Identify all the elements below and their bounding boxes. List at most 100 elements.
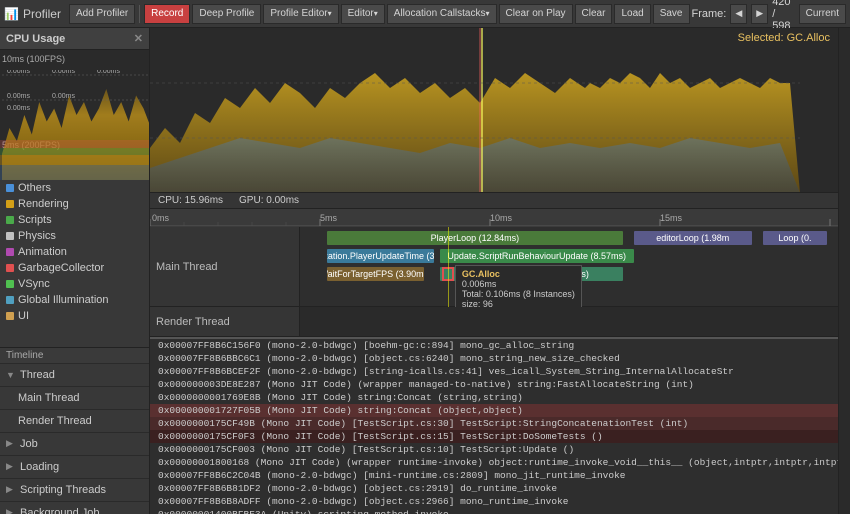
callstack-line-4[interactable]: 0x0000000001769E8B (Mono JIT Code) strin… — [150, 391, 838, 404]
ui-dot — [6, 312, 14, 320]
callstack-line-6[interactable]: 0x0000000175CF49B (Mono JIT Code) [TestS… — [150, 417, 838, 430]
sidebar: CPU Usage ✕ 10ms (100FPS) 5ms (200FPS) — [0, 28, 150, 514]
editorloop-bar[interactable]: editorLoop (1.98m — [634, 231, 752, 245]
thread-item-loading[interactable]: ▶ Loading — [0, 456, 149, 479]
top-bar: 📊 Profiler Add Profiler Record Deep Prof… — [0, 0, 850, 28]
svg-text:0.00ms: 0.00ms — [52, 93, 75, 100]
callstack-line-5[interactable]: 0x000000001727F05B (Mono JIT Code) strin… — [150, 404, 838, 417]
sidebar-item-gi[interactable]: Global Illumination — [0, 292, 149, 308]
window-icon: 📊 — [4, 7, 19, 21]
frame-next-button[interactable]: ▶ — [751, 4, 768, 24]
main-thread-content[interactable]: PlayerLoop (12.84ms) editorLoop (1.98m L… — [300, 227, 838, 307]
physics-label: Physics — [18, 230, 56, 242]
threads-area: Main Thread PlayerLoop (12.84ms) editorL… — [150, 227, 838, 337]
editor-button[interactable]: Editor — [341, 4, 385, 24]
current-button[interactable]: Current — [799, 4, 846, 24]
animation-dot — [6, 248, 14, 256]
window-title-area: 📊 Profiler — [4, 7, 61, 21]
cpu-gpu-bar: CPU: 15.96ms GPU: 0.00ms — [150, 193, 838, 209]
callstack-line-8[interactable]: 0x0000000175CF003 (Mono JIT Code) [TestS… — [150, 443, 838, 456]
gc-value: 0.006ms — [462, 279, 575, 289]
thread-item-scripting[interactable]: ▶ Scripting Threads — [0, 479, 149, 502]
gc-size: size: 96 — [462, 299, 575, 307]
render-thread-row: Render Thread — [150, 307, 838, 337]
sidebar-item-scripts[interactable]: Scripts — [0, 212, 149, 228]
render-thread-text: Render Thread — [156, 316, 230, 328]
allocation-callstacks-button[interactable]: Allocation Callstacks — [387, 4, 497, 24]
save-button[interactable]: Save — [653, 4, 690, 24]
loading-label: Loading — [20, 461, 59, 473]
ruler-svg — [150, 209, 838, 227]
gpu-usage: GPU: 0.00ms — [239, 195, 299, 206]
scripting-expand-icon: ▶ — [6, 484, 16, 495]
callstack-line-1[interactable]: 0x00007FF8B6BBC6C1 (mono-2.0-bdwgc) [obj… — [150, 352, 838, 365]
bgjob-expand-icon: ▶ — [6, 507, 16, 514]
callstack-line-2[interactable]: 0x00007FF8B6BCEF2F (mono-2.0-bdwgc) [str… — [150, 365, 838, 378]
callstack-line-7[interactable]: 0x0000000175CF0F3 (Mono JIT Code) [TestS… — [150, 430, 838, 443]
clear-on-play-button[interactable]: Clear on Play — [499, 4, 573, 24]
svg-text:0.00ms: 0.00ms — [7, 70, 30, 75]
content-area: Selected: GC.Alloc — [150, 28, 838, 514]
callstack-line-11[interactable]: 0x00007FF8B6B81DF2 (mono-2.0-bdwgc) [obj… — [150, 482, 838, 495]
profile-editor-button[interactable]: Profile Editor — [263, 4, 338, 24]
cursor-line — [448, 227, 449, 307]
scrollbar-right[interactable] — [838, 28, 850, 514]
callstack-line-13[interactable]: 0x00000001400BFBE3A (Unity) scripting_me… — [150, 508, 838, 514]
sidebar-timeline-header: Timeline — [0, 348, 149, 364]
sidebar-item-vsync[interactable]: VSync — [0, 276, 149, 292]
profiler-graph-wrapper: Selected: GC.Alloc — [150, 28, 838, 514]
sidebar-item-physics[interactable]: Physics — [0, 228, 149, 244]
add-profiler-button[interactable]: Add Profiler — [69, 4, 135, 24]
thread-expand-icon: ▼ — [6, 370, 16, 380]
sidebar-item-gc[interactable]: GarbageCollector — [0, 260, 149, 276]
render-thread-label: Render Thread — [18, 415, 92, 427]
profiler-graph[interactable]: Selected: GC.Alloc — [150, 28, 838, 193]
callstack-area[interactable]: 0x00007FF8B6C156F0 (mono-2.0-bdwgc) [boe… — [150, 337, 838, 514]
svg-text:0.00ms: 0.00ms — [97, 70, 120, 75]
sidebar-legend: Others Rendering Scripts Physics Animati… — [0, 180, 149, 347]
player-update-bar[interactable]: alization.PlayerUpdateTime (3.92 — [327, 249, 435, 263]
gc-title: GC.Alloc — [462, 269, 575, 279]
playerloop-bar[interactable]: PlayerLoop (12.84ms) — [327, 231, 623, 245]
callstack-line-10[interactable]: 0x00007FF8B6C2C04B (mono-2.0-bdwgc) [min… — [150, 469, 838, 482]
sidebar-item-rendering[interactable]: Rendering — [0, 196, 149, 212]
frame-prev-button[interactable]: ◀ — [730, 4, 747, 24]
load-button[interactable]: Load — [614, 4, 650, 24]
ui-label: UI — [18, 310, 29, 322]
job-label: Job — [20, 438, 38, 450]
gi-dot — [6, 296, 14, 304]
callstack-line-3[interactable]: 0x000000003DE8E287 (Mono JIT Code) (wrap… — [150, 378, 838, 391]
physics-dot — [6, 232, 14, 240]
separator-1 — [139, 5, 140, 23]
thread-item-render[interactable]: Render Thread — [0, 410, 149, 433]
loop0-bar[interactable]: Loop (0. — [763, 231, 828, 245]
loading-expand-icon: ▶ — [6, 461, 16, 472]
others-label: Others — [18, 182, 51, 194]
cpu-chart-area: 10ms (100FPS) 5ms (200FPS) 0.00ms — [0, 50, 149, 180]
sidebar-item-ui[interactable]: UI — [0, 308, 149, 324]
sidebar-item-others[interactable]: Others — [0, 180, 149, 196]
animation-label: Animation — [18, 246, 67, 258]
render-thread-label-cell: Render Thread — [150, 307, 300, 336]
thread-item-bgjob[interactable]: ▶ Background Job — [0, 502, 149, 514]
gc-info-box: GC.Alloc 0.006ms Total: 0.106ms (8 Insta… — [455, 265, 582, 307]
rendering-label: Rendering — [18, 198, 69, 210]
callstack-line-0[interactable]: 0x00007FF8B6C156F0 (mono-2.0-bdwgc) [boe… — [150, 339, 838, 352]
thread-item-job[interactable]: ▶ Job — [0, 433, 149, 456]
callstack-line-9[interactable]: 0x00000001800168 (Mono JIT Code) (wrappe… — [150, 456, 838, 469]
callstack-line-12[interactable]: 0x00007FF8B6B8ADFF (mono-2.0-bdwgc) [obj… — [150, 495, 838, 508]
svg-text:0.00ms: 0.00ms — [52, 70, 75, 75]
main-thread-row: Main Thread PlayerLoop (12.84ms) editorL… — [150, 227, 838, 307]
sidebar-close-icon[interactable]: ✕ — [134, 32, 143, 45]
sidebar-item-animation[interactable]: Animation — [0, 244, 149, 260]
sidebar-header: CPU Usage ✕ — [0, 28, 149, 50]
deep-profile-button[interactable]: Deep Profile — [192, 4, 261, 24]
wait-target-fps-bar[interactable]: WaitForTargetFPS (3.90ms) — [327, 267, 424, 281]
thread-item-main[interactable]: Main Thread — [0, 387, 149, 410]
clear-button[interactable]: Clear — [575, 4, 613, 24]
thread-item-thread[interactable]: ▼ Thread — [0, 364, 149, 387]
vsync-dot — [6, 280, 14, 288]
profiler-svg — [150, 28, 838, 193]
record-button[interactable]: Record — [144, 4, 190, 24]
script-run-bar[interactable]: Update.ScriptRunBehaviourUpdate (8.57ms) — [440, 249, 634, 263]
